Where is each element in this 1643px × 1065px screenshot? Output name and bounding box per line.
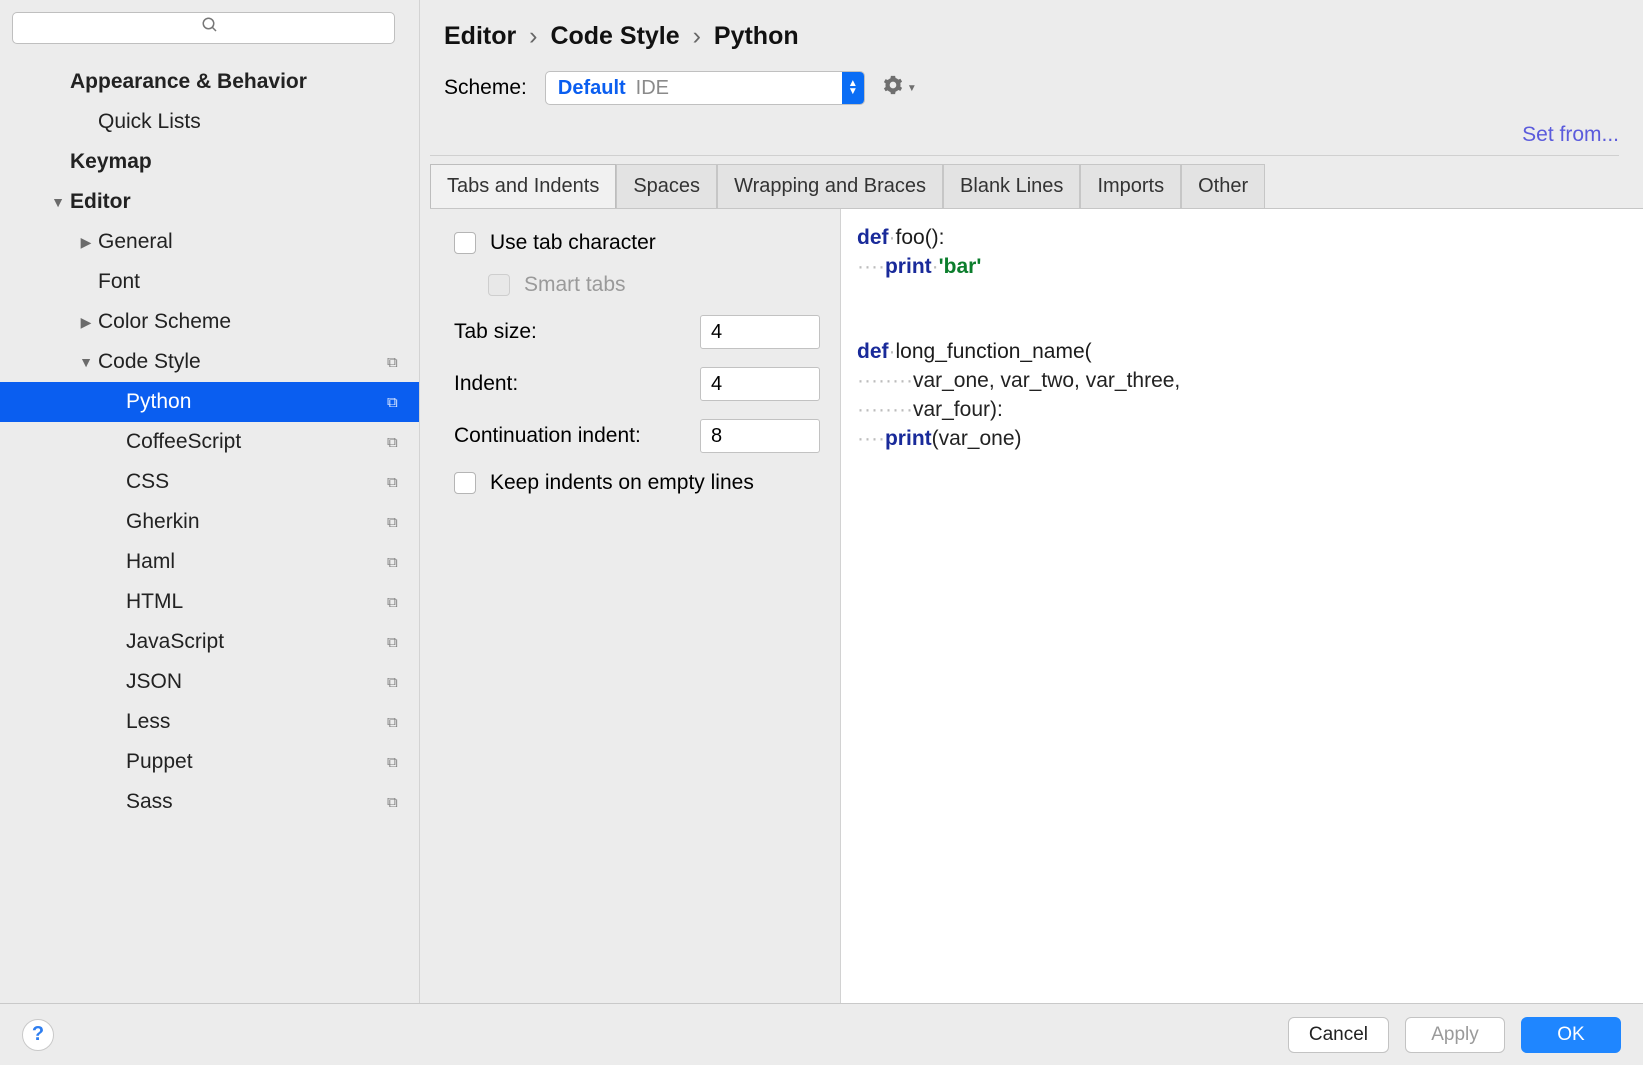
- sidebar-item-label: Code Style: [98, 350, 387, 374]
- sidebar-item-html[interactable]: ▶HTML⧉: [0, 582, 419, 622]
- footer: ? Cancel Apply OK: [0, 1003, 1643, 1065]
- tab-size-input[interactable]: [700, 315, 820, 349]
- sidebar-item-label: CSS: [126, 470, 387, 494]
- divider: [430, 155, 1619, 156]
- sidebar-item-label: Font: [98, 270, 409, 294]
- sidebar-item-haml[interactable]: ▶Haml⧉: [0, 542, 419, 582]
- sidebar-item-label: Color Scheme: [98, 310, 409, 334]
- sidebar-item-label: Appearance & Behavior: [70, 70, 409, 94]
- tab-wrapping-and-braces[interactable]: Wrapping and Braces: [717, 164, 943, 208]
- tab-imports[interactable]: Imports: [1080, 164, 1181, 208]
- breadcrumb-part: Python: [714, 22, 799, 50]
- sidebar-item-gherkin[interactable]: ▶Gherkin⧉: [0, 502, 419, 542]
- scheme-scope-icon: ⧉: [387, 514, 409, 531]
- sidebar-item-general[interactable]: ▶General: [0, 222, 419, 262]
- scheme-scope-icon: ⧉: [387, 674, 409, 691]
- sidebar-item-label: Quick Lists: [98, 110, 409, 134]
- tab-tabs-and-indents[interactable]: Tabs and Indents: [430, 164, 616, 208]
- sidebar-item-label: Sass: [126, 790, 387, 814]
- tab-other[interactable]: Other: [1181, 164, 1265, 208]
- sidebar-item-label: Gherkin: [126, 510, 387, 534]
- chevron-down-icon: ▼: [907, 83, 917, 94]
- sidebar-item-python[interactable]: ▶Python⧉: [0, 382, 419, 422]
- chevron-down-icon: ▼: [46, 194, 70, 210]
- smart-tabs-label: Smart tabs: [524, 273, 626, 297]
- smart-tabs-checkbox: [488, 274, 510, 296]
- scheme-scope: IDE: [626, 77, 842, 100]
- sidebar-item-label: Puppet: [126, 750, 387, 774]
- tab-size-label: Tab size:: [454, 320, 537, 344]
- updown-icon: ▲▼: [842, 72, 864, 104]
- cancel-button[interactable]: Cancel: [1288, 1017, 1389, 1053]
- sidebar-item-editor[interactable]: ▼Editor: [0, 182, 419, 222]
- sidebar-item-font[interactable]: ▶Font: [0, 262, 419, 302]
- sidebar-item-keymap[interactable]: ▶Keymap: [0, 142, 419, 182]
- keep-indents-empty-lines-label: Keep indents on empty lines: [490, 471, 754, 495]
- code-preview: def·foo(): ····print·'bar' def·long_func…: [840, 209, 1643, 1003]
- sidebar-item-code-style[interactable]: ▼Code Style⧉: [0, 342, 419, 382]
- indent-input[interactable]: [700, 367, 820, 401]
- use-tab-character-checkbox[interactable]: [454, 232, 476, 254]
- help-button[interactable]: ?: [22, 1019, 54, 1051]
- sidebar-item-less[interactable]: ▶Less⧉: [0, 702, 419, 742]
- apply-button: Apply: [1405, 1017, 1505, 1053]
- scheme-actions-button[interactable]: ▼: [883, 75, 917, 101]
- sidebar-item-label: JavaScript: [126, 630, 387, 654]
- tabs: Tabs and IndentsSpacesWrapping and Brace…: [430, 164, 1643, 208]
- sidebar-item-css[interactable]: ▶CSS⧉: [0, 462, 419, 502]
- scheme-scope-icon: ⧉: [387, 794, 409, 811]
- scheme-scope-icon: ⧉: [387, 354, 409, 371]
- scheme-scope-icon: ⧉: [387, 754, 409, 771]
- chevron-down-icon: ▼: [74, 354, 98, 370]
- continuation-indent-input[interactable]: [700, 419, 820, 453]
- sidebar-item-javascript[interactable]: ▶JavaScript⧉: [0, 622, 419, 662]
- sidebar-item-appearance-behavior[interactable]: ▶Appearance & Behavior: [0, 62, 419, 102]
- sidebar-item-coffeescript[interactable]: ▶CoffeeScript⧉: [0, 422, 419, 462]
- sidebar-item-label: Less: [126, 710, 387, 734]
- scheme-scope-icon: ⧉: [387, 394, 409, 411]
- sidebar-item-color-scheme[interactable]: ▶Color Scheme: [0, 302, 419, 342]
- search-input[interactable]: [12, 12, 395, 44]
- sidebar-item-label: Editor: [70, 190, 409, 214]
- scheme-scope-icon: ⧉: [387, 594, 409, 611]
- scheme-dropdown[interactable]: Default IDE ▲▼: [545, 71, 865, 105]
- sidebar-item-sass[interactable]: ▶Sass⧉: [0, 782, 419, 822]
- chevron-right-icon: ▶: [74, 234, 98, 251]
- breadcrumb-part: Code Style: [550, 22, 679, 50]
- keep-indents-empty-lines-checkbox[interactable]: [454, 472, 476, 494]
- ok-button[interactable]: OK: [1521, 1017, 1621, 1053]
- tab-spaces[interactable]: Spaces: [616, 164, 717, 208]
- sidebar-item-puppet[interactable]: ▶Puppet⧉: [0, 742, 419, 782]
- tab-blank-lines[interactable]: Blank Lines: [943, 164, 1080, 208]
- sidebar-item-label: CoffeeScript: [126, 430, 387, 454]
- sidebar-item-label: HTML: [126, 590, 387, 614]
- sidebar-item-quick-lists[interactable]: ▶Quick Lists: [0, 102, 419, 142]
- scheme-scope-icon: ⧉: [387, 714, 409, 731]
- sidebar-item-label: General: [98, 230, 409, 254]
- sidebar-item-label: Haml: [126, 550, 387, 574]
- set-from-link[interactable]: Set from...: [1522, 123, 1619, 146]
- scheme-scope-icon: ⧉: [387, 434, 409, 451]
- breadcrumb-part: Editor: [444, 22, 516, 50]
- settings-tree: ▶Appearance & Behavior▶Quick Lists▶Keyma…: [0, 56, 419, 1003]
- scheme-value: Default: [546, 77, 626, 100]
- scheme-scope-icon: ⧉: [387, 554, 409, 571]
- continuation-indent-label: Continuation indent:: [454, 424, 641, 448]
- sidebar-item-label: JSON: [126, 670, 387, 694]
- scheme-label: Scheme:: [444, 76, 527, 100]
- use-tab-character-label: Use tab character: [490, 231, 656, 255]
- sidebar: ▶Appearance & Behavior▶Quick Lists▶Keyma…: [0, 0, 420, 1003]
- chevron-right-icon: ▶: [74, 314, 98, 331]
- sidebar-item-label: Keymap: [70, 150, 409, 174]
- scheme-scope-icon: ⧉: [387, 474, 409, 491]
- scheme-scope-icon: ⧉: [387, 634, 409, 651]
- gear-icon: [883, 75, 903, 101]
- sidebar-item-json[interactable]: ▶JSON⧉: [0, 662, 419, 702]
- indent-label: Indent:: [454, 372, 518, 396]
- sidebar-item-label: Python: [126, 390, 387, 414]
- chevron-right-icon: ›: [523, 22, 543, 50]
- chevron-right-icon: ›: [687, 22, 707, 50]
- breadcrumb: Editor › Code Style › Python: [420, 0, 1643, 65]
